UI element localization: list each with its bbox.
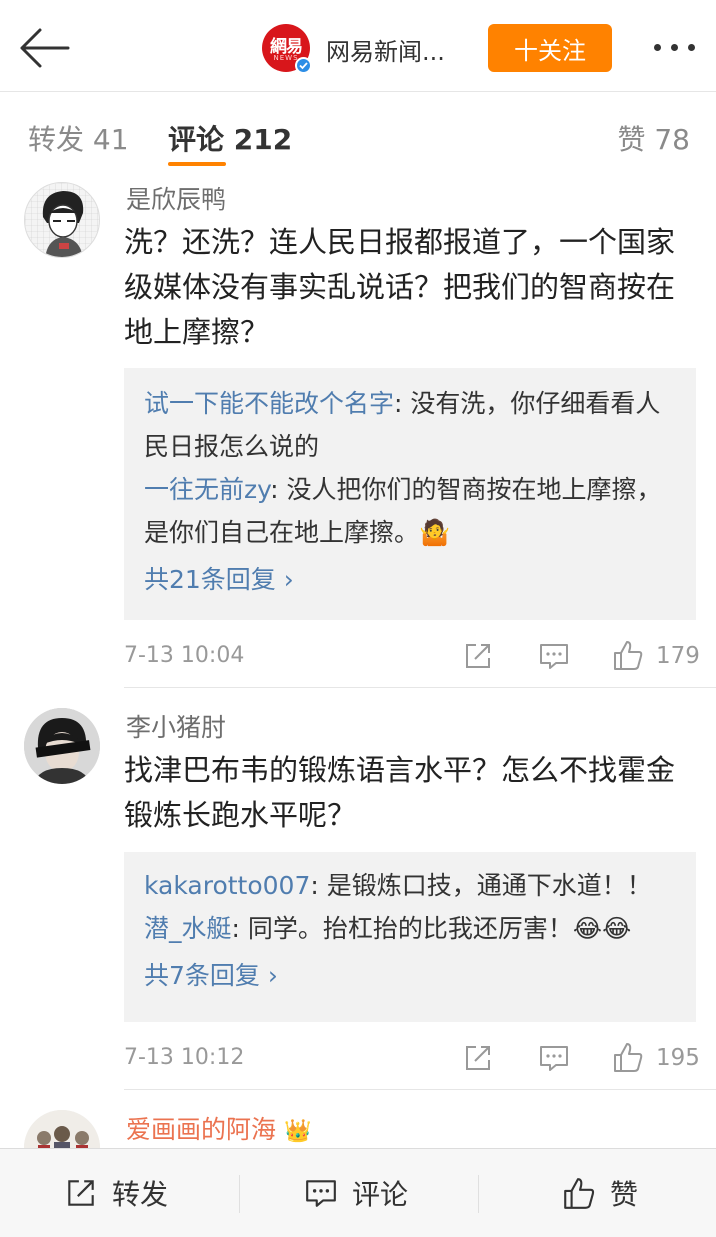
- tab-repost[interactable]: 转发 41: [28, 118, 129, 158]
- laughing-emoji-icon: 😂😂: [572, 914, 632, 943]
- reply-box[interactable]: kakarotto007: 是锻炼口技，通通下水道！！ 潜_水艇: 同学。抬杠抬…: [124, 852, 696, 1022]
- comment-label: 评论: [352, 1178, 409, 1211]
- avatar[interactable]: [24, 182, 100, 258]
- comment-username[interactable]: 是欣辰鸭: [126, 180, 226, 216]
- crown-vip-icon: 👑: [283, 1119, 312, 1144]
- repost-icon: [68, 1180, 94, 1206]
- reply-item: 潜_水艇: 同学。抬杠抬的比我还厉害！😂😂: [144, 907, 676, 950]
- tab-comments[interactable]: 评论 212: [168, 118, 293, 166]
- like-thumb-icon[interactable]: [612, 1040, 644, 1072]
- shrug-emoji-icon: 🤷: [419, 518, 451, 547]
- view-more-replies-link[interactable]: 共7条回复 ›: [144, 954, 676, 997]
- reply-text: : 同学。抬杠抬的比我还厉害！: [231, 914, 573, 943]
- comment-button[interactable]: 评论: [304, 1175, 408, 1211]
- tab-comments-label: 评论 212: [168, 123, 293, 156]
- comment-icon[interactable]: [538, 1042, 570, 1074]
- repost-label: 转发: [112, 1178, 169, 1211]
- like-thumb-icon: [564, 1178, 595, 1209]
- comment-timestamp: 7-13 10:04: [124, 643, 245, 668]
- back-arrow-icon[interactable]: [16, 26, 72, 70]
- repost-icon[interactable]: [462, 640, 494, 672]
- comment-username[interactable]: 李小猪肘: [126, 708, 226, 744]
- avatar[interactable]: [24, 1110, 100, 1150]
- comment-icon[interactable]: [538, 640, 570, 672]
- reply-item: 一往无前zy: 没人把你们的智商按在地上摩擦，是你们自己在地上摩擦。🤷: [144, 468, 676, 554]
- active-tab-indicator: [168, 162, 226, 166]
- comment-username[interactable]: 爱画画的阿海 👑: [126, 1110, 311, 1146]
- tab-bar: 转发 41 评论 212 赞 78: [0, 92, 716, 180]
- comment-timestamp: 7-13 10:12: [124, 1045, 245, 1070]
- like-label: 赞: [610, 1178, 639, 1211]
- like-count: 179: [656, 643, 700, 669]
- divider: [124, 687, 716, 688]
- like-thumb-icon[interactable]: [612, 638, 644, 670]
- comment-text: 洗？还洗？连人民日报都报道了，一个国家级媒体没有事实乱说话？把我们的智商按在地上…: [124, 225, 676, 349]
- account-name[interactable]: 网易新闻...: [326, 32, 445, 67]
- reply-text: : 是锻炼口技，通通下水道！！: [310, 871, 652, 900]
- reply-username[interactable]: 潜_水艇: [144, 914, 232, 943]
- separator: [239, 1175, 240, 1213]
- comment-list: 是欣辰鸭 洗？还洗？连人民日报都报道了，一个国家级媒体没有事实乱说话？把我们的智…: [0, 180, 716, 1150]
- verified-badge-icon: [295, 57, 312, 74]
- comment-icon: [306, 1180, 336, 1207]
- reply-username[interactable]: kakarotto007: [144, 871, 310, 900]
- reply-box[interactable]: 试一下能不能改个名字: 没有洗，你仔细看看人民日报怎么说的 一往无前zy: 没人…: [124, 368, 696, 620]
- bottom-action-bar: 转发 评论 赞: [0, 1148, 716, 1237]
- view-more-replies-link[interactable]: 共21条回复 ›: [144, 558, 676, 601]
- follow-button[interactable]: 十关注: [488, 24, 612, 72]
- reply-item: 试一下能不能改个名字: 没有洗，你仔细看看人民日报怎么说的: [144, 382, 676, 468]
- separator: [478, 1175, 479, 1213]
- reply-item: kakarotto007: 是锻炼口技，通通下水道！！: [144, 864, 676, 907]
- reply-username[interactable]: 一往无前zy: [144, 475, 270, 504]
- reply-username[interactable]: 试一下能不能改个名字: [144, 389, 394, 418]
- comment-text: 找津巴布韦的锻炼语言水平？怎么不找霍金锻炼长跑水平呢？: [124, 753, 676, 832]
- avatar[interactable]: [24, 708, 100, 784]
- more-options-icon[interactable]: [650, 40, 698, 56]
- tab-likes[interactable]: 赞 78: [617, 118, 690, 158]
- divider: [124, 1089, 716, 1090]
- like-count: 195: [656, 1045, 700, 1071]
- repost-button[interactable]: 转发: [64, 1175, 168, 1211]
- repost-icon[interactable]: [462, 1042, 494, 1074]
- like-button[interactable]: 赞: [562, 1175, 638, 1211]
- top-nav-bar: 網易 NEWS 网易新闻... 十关注: [0, 0, 716, 92]
- comment-username-text: 爱画画的阿海: [126, 1115, 277, 1144]
